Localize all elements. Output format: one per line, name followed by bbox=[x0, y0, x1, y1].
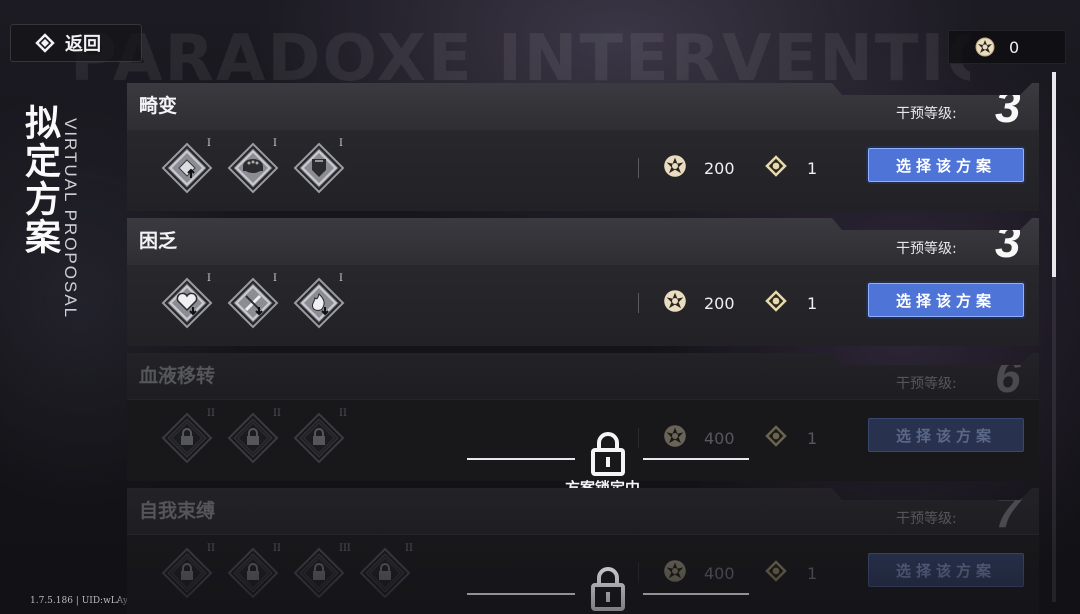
proposal-body: IIIIII4001选择该方案方案锁定中 bbox=[127, 399, 1039, 497]
level-number: 7 bbox=[995, 485, 1021, 537]
buff-tier: II bbox=[405, 543, 413, 554]
buff-tier: I bbox=[339, 273, 343, 284]
lock-icon[interactable]: II bbox=[161, 543, 215, 599]
buff-tier: I bbox=[339, 138, 343, 149]
lock-icon[interactable]: II bbox=[227, 543, 281, 599]
buff-icons: III bbox=[161, 273, 345, 329]
back-button[interactable]: 返回 bbox=[10, 24, 142, 62]
token-icon bbox=[764, 424, 788, 452]
coin-icon bbox=[663, 289, 687, 317]
divider bbox=[638, 293, 639, 313]
proposal-card: 畸变 干预等级: 3 I I I 200 1 选择该方案 bbox=[127, 83, 1039, 211]
scrollbar-thumb[interactable] bbox=[1052, 72, 1056, 277]
buff-tier: I bbox=[273, 273, 277, 284]
lock-overlay: 方案锁定中 bbox=[467, 565, 749, 614]
level-number: 3 bbox=[995, 80, 1021, 132]
buff-tier: I bbox=[207, 273, 211, 284]
level-number: 3 bbox=[995, 215, 1021, 267]
token-cost: 1 bbox=[807, 563, 818, 583]
flame-arrow-down-icon[interactable]: I bbox=[293, 273, 345, 329]
proposal-card: 血液移转干预等级:6IIIIII4001选择该方案方案锁定中 bbox=[127, 353, 1039, 497]
lock-icon[interactable]: II bbox=[161, 408, 215, 464]
page-title: 拟定方案 bbox=[19, 104, 61, 256]
tile-arrow-up-icon[interactable]: I bbox=[161, 138, 213, 194]
token-cost: 1 bbox=[807, 428, 818, 448]
divider bbox=[638, 158, 639, 178]
select-proposal-button[interactable]: 选择该方案 bbox=[868, 418, 1024, 452]
back-label: 返回 bbox=[65, 34, 101, 55]
back-chevron-icon bbox=[35, 33, 55, 53]
proposal-name: 畸变 bbox=[139, 95, 178, 117]
coin-cost: 200 bbox=[704, 158, 735, 178]
proposal-header: 血液移转干预等级: 6 bbox=[127, 353, 1039, 399]
token-cost: 1 bbox=[807, 158, 818, 178]
buff-tier: II bbox=[273, 543, 281, 554]
sword-arrow-down-icon[interactable]: I bbox=[227, 273, 279, 329]
heart-arrow-down-icon[interactable]: I bbox=[161, 273, 213, 329]
currency-value: 0 bbox=[1009, 37, 1020, 57]
token-icon bbox=[764, 289, 788, 317]
cost-row: 200 1 bbox=[663, 289, 817, 317]
level-number: 6 bbox=[995, 350, 1021, 402]
buff-tier: III bbox=[339, 543, 351, 554]
level-label: 干预等级: bbox=[896, 376, 957, 392]
lock-line-right bbox=[643, 458, 749, 460]
buff-tier: II bbox=[339, 408, 347, 419]
proposal-header: 自我束缚干预等级: 7 bbox=[127, 488, 1039, 534]
proposal-body: I I I 200 1 选择该方案 bbox=[127, 129, 1039, 211]
buff-tier: I bbox=[207, 138, 211, 149]
currency-display: 0 bbox=[948, 30, 1066, 64]
level-label: 干预等级: bbox=[896, 511, 957, 527]
select-proposal-button[interactable]: 选择该方案 bbox=[868, 148, 1024, 182]
buff-tier: II bbox=[207, 543, 215, 554]
coin-cost: 200 bbox=[704, 293, 735, 313]
buff-tier: II bbox=[207, 408, 215, 419]
level-label: 干预等级: bbox=[896, 241, 957, 257]
coin-icon bbox=[663, 154, 687, 182]
lock-icon[interactable]: III bbox=[293, 543, 351, 599]
buff-icons: II II II bbox=[161, 408, 347, 464]
buff-icons: III bbox=[161, 138, 345, 194]
lock-line-right bbox=[643, 593, 749, 595]
buff-tier: II bbox=[273, 408, 281, 419]
proposal-header: 畸变干预等级: 3 bbox=[127, 83, 1039, 129]
select-proposal-button[interactable]: 选择该方案 bbox=[868, 553, 1024, 587]
scrollbar[interactable] bbox=[1052, 72, 1056, 602]
proposal-body: IIIIIIIII4001选择该方案方案锁定中 bbox=[127, 534, 1039, 614]
proposal-body: I I I 200 1 选择该方案 bbox=[127, 264, 1039, 346]
dome-icon[interactable]: I bbox=[227, 138, 279, 194]
cost-row: 200 1 bbox=[663, 154, 817, 182]
proposal-card: 困乏 干预等级: 3 I I I 200 1 选择该方案 bbox=[127, 218, 1039, 346]
buff-icons: II II III II bbox=[161, 543, 413, 599]
proposal-name: 困乏 bbox=[139, 230, 178, 252]
token-icon bbox=[764, 559, 788, 587]
token-icon bbox=[764, 154, 788, 182]
lock-icon[interactable]: II bbox=[359, 543, 413, 599]
padlock-icon bbox=[588, 430, 628, 476]
lock-icon[interactable]: II bbox=[227, 408, 281, 464]
proposal-name: 血液移转 bbox=[139, 365, 216, 387]
token-cost: 1 bbox=[807, 293, 818, 313]
proposal-name: 自我束缚 bbox=[139, 500, 216, 522]
buff-tier: I bbox=[273, 138, 277, 149]
padlock-icon bbox=[588, 565, 628, 611]
proposal-card: 自我束缚干预等级:7IIIIIIIII4001选择该方案方案锁定中 bbox=[127, 488, 1039, 614]
lock-line-left bbox=[467, 593, 575, 595]
level-label: 干预等级: bbox=[896, 106, 957, 122]
page-subtitle: VIRTUAL PROPOSAL bbox=[61, 118, 80, 320]
coin-icon bbox=[975, 37, 995, 57]
select-proposal-button[interactable]: 选择该方案 bbox=[868, 283, 1024, 317]
lock-icon[interactable]: II bbox=[293, 408, 347, 464]
shield-icon[interactable]: I bbox=[293, 138, 345, 194]
lock-line-left bbox=[467, 458, 575, 460]
proposal-header: 困乏干预等级: 3 bbox=[127, 218, 1039, 264]
